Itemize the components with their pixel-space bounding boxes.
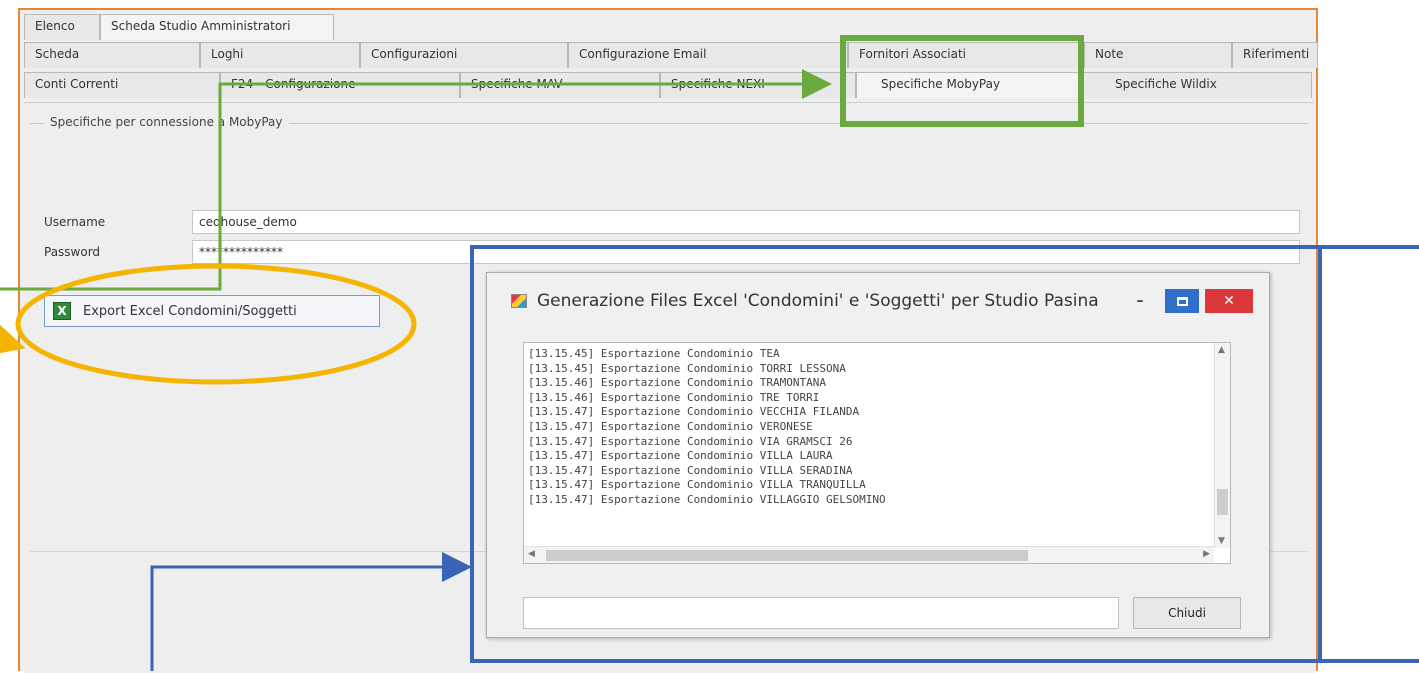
tab-specifiche-mav[interactable]: Specifiche MAV [460, 72, 660, 98]
log-line: [13.15.47] Esportazione Condominio VILLA… [528, 492, 886, 506]
tab-fornitori-associati[interactable]: Fornitori Associati [848, 42, 1084, 68]
log-line: [13.15.47] Esportazione Condominio VILLA… [528, 449, 833, 463]
horizontal-scrollbar[interactable]: ◀ ▶ [524, 546, 1214, 563]
tab-elenco[interactable]: Elenco [24, 14, 100, 40]
tab-conti-correnti[interactable]: Conti Correnti [24, 72, 220, 98]
maximize-icon[interactable] [1165, 289, 1199, 313]
password-label: Password [44, 245, 101, 259]
tab-specifiche-mobypay[interactable]: Specifiche MobyPay [856, 72, 1082, 98]
excel-icon: X [53, 302, 71, 320]
log-line: [13.15.47] Esportazione Condominio VIA G… [528, 434, 853, 448]
log-line: [13.15.46] Esportazione Condominio TRAMO… [528, 376, 827, 390]
log-line: [13.15.47] Esportazione Condominio VILLA… [528, 463, 853, 477]
tab-f24-configurazione[interactable]: F24 - Configurazione [220, 72, 460, 98]
scroll-up-icon[interactable]: ▲ [1218, 345, 1225, 355]
scroll-left-icon[interactable]: ◀ [528, 549, 535, 559]
vertical-scrollbar[interactable]: ▲ ▼ [1214, 343, 1230, 548]
app-icon [511, 294, 527, 308]
username-field[interactable]: cedhouse_demo [192, 210, 1300, 234]
log-line: [13.15.45] Esportazione Condominio TEA [528, 347, 780, 360]
tab-specifiche-wildix[interactable]: Specifiche Wildix [1082, 72, 1312, 98]
log-line: [13.15.47] Esportazione Condominio VECCH… [528, 405, 860, 419]
minimize-icon[interactable]: – [1127, 289, 1153, 313]
tab-note[interactable]: Note [1084, 42, 1232, 68]
export-excel-button[interactable]: X Export Excel Condomini/Soggetti [44, 295, 380, 327]
tab-riferimenti[interactable]: Riferimenti [1232, 42, 1318, 68]
close-icon[interactable]: ✕ [1205, 289, 1253, 313]
chiudi-button[interactable]: Chiudi [1133, 597, 1241, 629]
tab-scheda-studio-amministratori[interactable]: Scheda Studio Amministratori [100, 14, 334, 40]
log-line: [13.15.47] Esportazione Condominio VERON… [528, 419, 813, 433]
dialog-status-input[interactable] [523, 597, 1119, 629]
log-lines: [13.15.45] Esportazione Condominio TEA [1… [528, 347, 1212, 508]
tab-configurazione-email[interactable]: Configurazione Email [568, 42, 848, 68]
log-line: [13.15.46] Esportazione Condominio TRE T… [528, 390, 820, 404]
log-line: [13.15.47] Esportazione Condominio VILLA… [528, 478, 866, 492]
export-log[interactable]: [13.15.45] Esportazione Condominio TEA [1… [523, 342, 1231, 564]
excel-export-dialog: Generazione Files Excel 'Condomini' e 'S… [486, 272, 1270, 638]
scroll-thumb[interactable] [1217, 489, 1228, 515]
tab-loghi[interactable]: Loghi [200, 42, 360, 68]
dialog-title: Generazione Files Excel 'Condomini' e 'S… [537, 291, 1099, 311]
password-field[interactable]: ************** [192, 240, 1300, 264]
export-excel-label: Export Excel Condomini/Soggetti [83, 303, 297, 319]
scroll-thumb-horizontal[interactable] [546, 550, 1028, 561]
dialog-titlebar[interactable]: Generazione Files Excel 'Condomini' e 'S… [487, 273, 1269, 325]
tab-configurazioni[interactable]: Configurazioni [360, 42, 568, 68]
tab-scheda[interactable]: Scheda [24, 42, 200, 68]
arrow-yellow [0, 312, 26, 359]
username-label: Username [44, 215, 106, 229]
scroll-down-icon[interactable]: ▼ [1218, 536, 1225, 546]
group-title: Specifiche per connessione a MobyPay [44, 115, 289, 129]
tab-specifiche-nexi[interactable]: Specifiche NEXI [660, 72, 856, 98]
scroll-right-icon[interactable]: ▶ [1203, 549, 1210, 559]
log-line: [13.15.45] Esportazione Condominio TORRI… [528, 361, 846, 375]
